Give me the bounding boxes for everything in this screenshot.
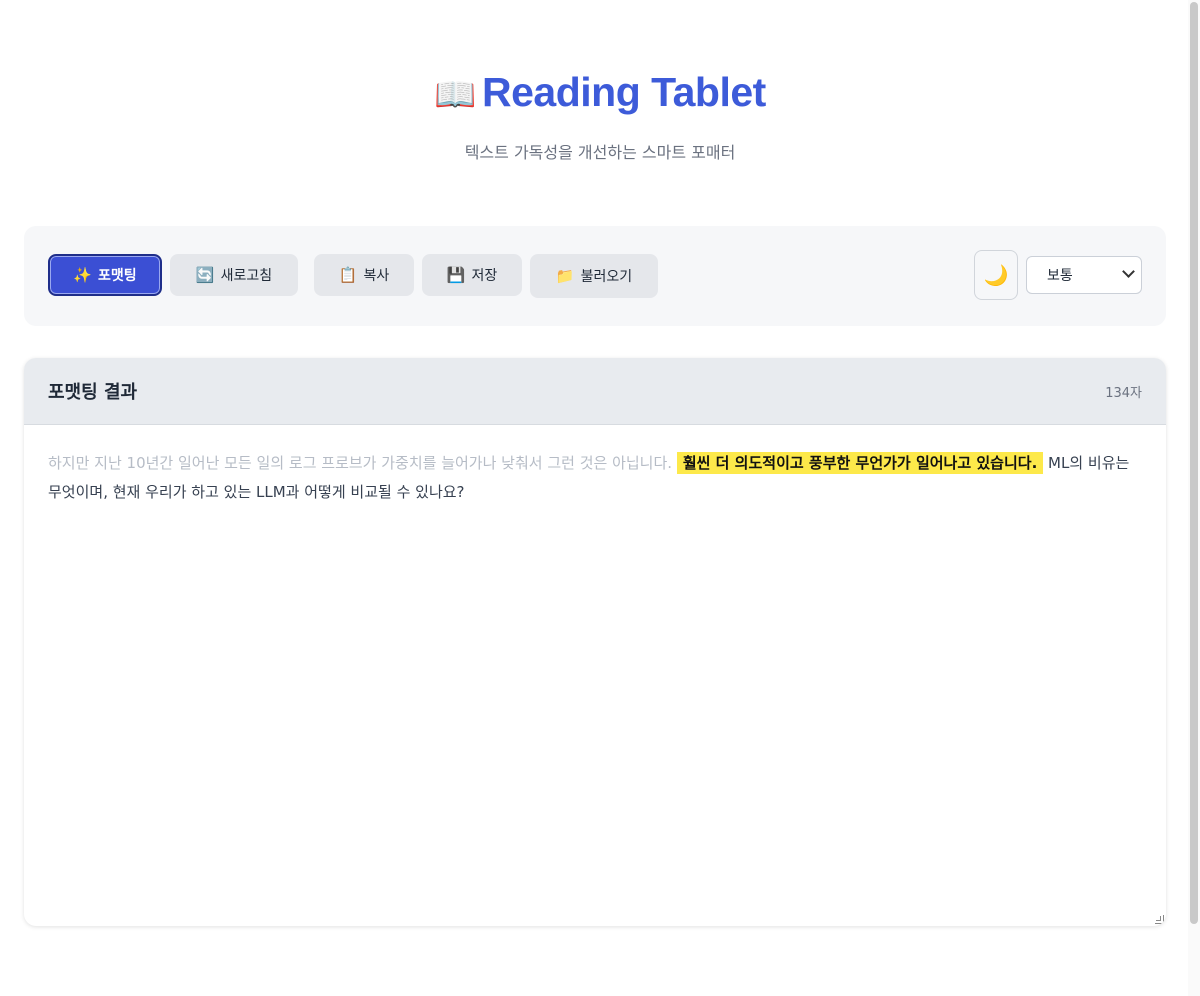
text-size-select[interactable]: 보통 — [1026, 256, 1142, 294]
title-text: Reading Tablet — [482, 69, 766, 115]
faded-sentence: 하지만 지난 10년간 일어난 모든 일의 로그 프로브가 가중치를 늘어가나 … — [48, 454, 673, 472]
refresh-icon: 🔄 — [195, 266, 215, 284]
load-button[interactable]: 📁 불러오기 — [530, 254, 658, 298]
moon-icon: 🌙 — [983, 263, 1009, 287]
load-button-label: 불러오기 — [580, 269, 633, 285]
page-title: 📖 Reading Tablet — [0, 70, 1200, 117]
refresh-button[interactable]: 🔄 새로고침 — [170, 254, 298, 296]
header: 📖 Reading Tablet 텍스트 가독성을 개선하는 스마트 포매터 — [0, 0, 1200, 163]
result-text-area[interactable]: 하지만 지난 10년간 일어난 모든 일의 로그 프로브가 가중치를 늘어가나 … — [24, 425, 1166, 531]
result-panel: 포맷팅 결과 134자 하지만 지난 10년간 일어난 모든 일의 로그 프로브… — [24, 358, 1166, 926]
format-button-label: 포맷팅 — [98, 268, 137, 284]
dark-mode-toggle[interactable]: 🌙 — [974, 250, 1018, 300]
folder-icon: 📁 — [555, 267, 575, 285]
sparkles-icon: ✨ — [73, 266, 93, 284]
save-button[interactable]: 💾 저장 — [422, 254, 522, 296]
copy-button-label: 복사 — [363, 268, 390, 284]
clipboard-icon: 📋 — [338, 266, 358, 284]
open-book-icon: 📖 — [434, 76, 476, 114]
page-scrollbar[interactable] — [1188, 0, 1200, 996]
text-size-select-value: 보통 — [1047, 268, 1073, 284]
chevron-down-icon — [1122, 265, 1135, 278]
scrollbar-thumb[interactable] — [1190, 2, 1198, 924]
result-panel-header: 포맷팅 결과 134자 — [24, 358, 1166, 425]
format-button[interactable]: ✨ 포맷팅 — [48, 254, 162, 296]
toolbar: ✨ 포맷팅 🔄 새로고침 📋 복사 💾 저장 📁 불러오기 🌙 보통 — [24, 226, 1166, 326]
floppy-disk-icon: 💾 — [446, 266, 466, 284]
page-subtitle: 텍스트 가독성을 개선하는 스마트 포매터 — [464, 143, 736, 162]
resize-handle[interactable] — [1155, 915, 1164, 924]
result-panel-title: 포맷팅 결과 — [48, 382, 138, 403]
copy-button[interactable]: 📋 복사 — [314, 254, 414, 296]
save-button-label: 저장 — [471, 268, 498, 284]
character-count: 134자 — [1105, 385, 1142, 401]
highlighted-sentence: 훨씬 더 의도적이고 풍부한 무언가가 일어나고 있습니다. — [676, 452, 1044, 474]
refresh-button-label: 새로고침 — [220, 268, 273, 284]
